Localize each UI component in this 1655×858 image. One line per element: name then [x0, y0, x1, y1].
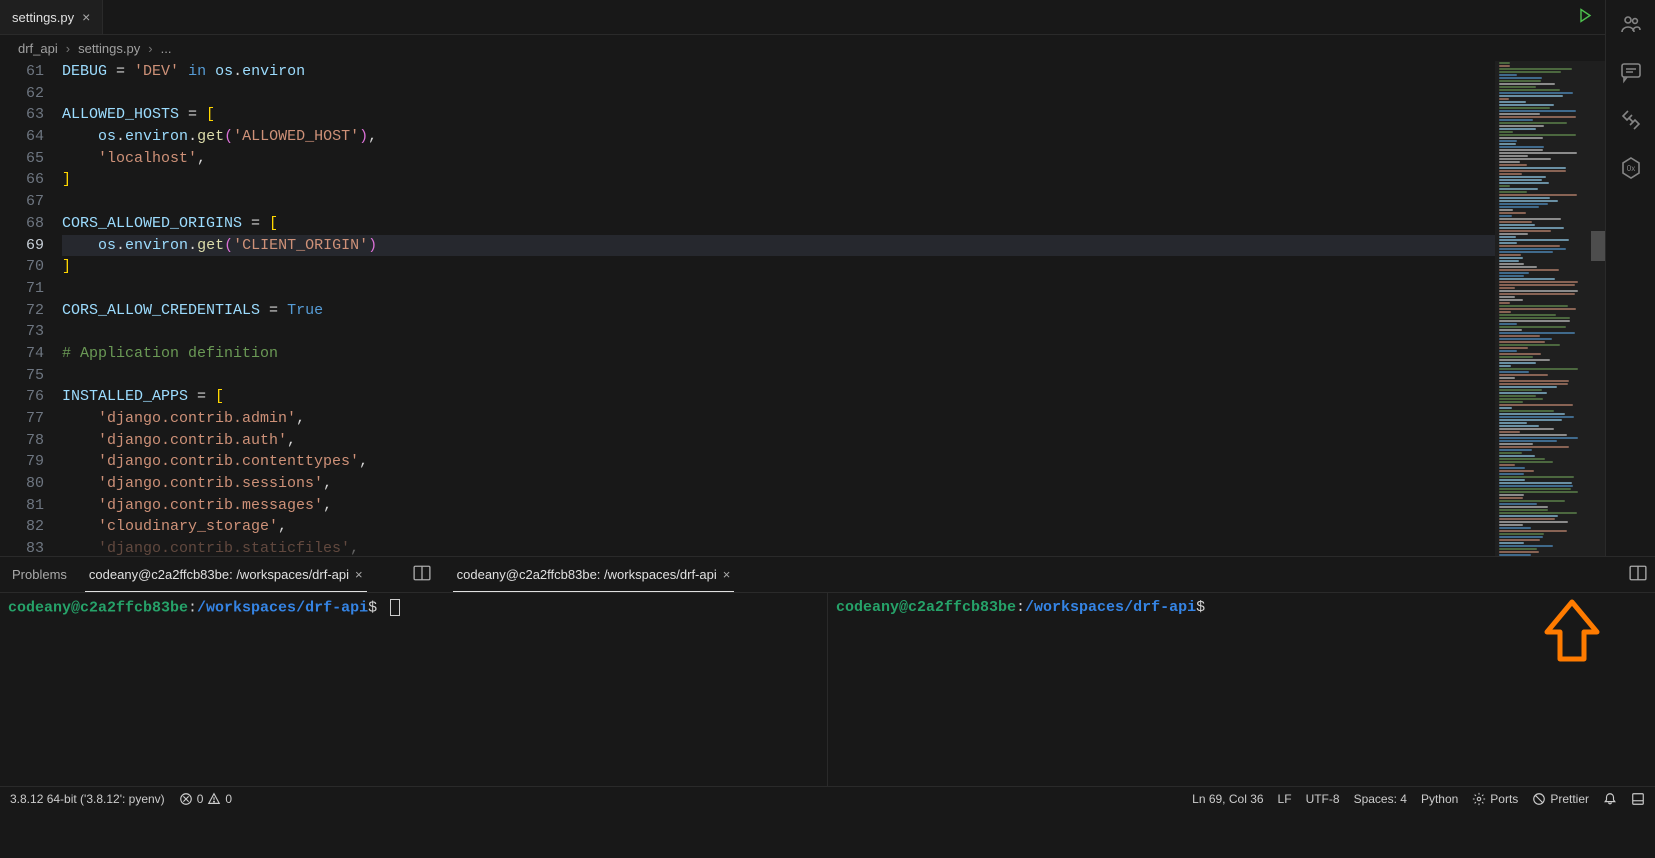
breadcrumb-more[interactable]: ... [161, 41, 172, 56]
breadcrumb[interactable]: drf_api › settings.py › ... [0, 35, 1605, 61]
terminal-pane-2[interactable]: codeany@c2a2ffcb83be:/workspaces/drf-api… [827, 593, 1655, 786]
svg-text:0x: 0x [1626, 164, 1634, 173]
terminal-pane-1[interactable]: codeany@c2a2ffcb83be:/workspaces/drf-api… [0, 593, 827, 786]
vertical-scrollbar[interactable] [1591, 61, 1605, 556]
terminal-path: /workspaces/drf-api [1025, 599, 1196, 616]
status-warning-count: 0 [225, 792, 232, 806]
panel-tab-label: Problems [12, 567, 67, 582]
chevron-right-icon: › [148, 41, 152, 56]
tab-bar: settings.py × [0, 0, 1605, 35]
terminal-sep: : [1016, 599, 1025, 616]
terminal-body: codeany@c2a2ffcb83be:/workspaces/drf-api… [0, 593, 1655, 786]
code-editor[interactable]: 6162636465666768697071727374757677787980… [0, 61, 1605, 556]
editor-tab-settings[interactable]: settings.py × [0, 0, 103, 34]
status-prettier[interactable]: Prettier [1532, 792, 1589, 806]
plug-icon[interactable] [1619, 108, 1643, 132]
close-icon[interactable]: × [82, 9, 90, 25]
tab-filename: settings.py [12, 10, 74, 25]
panel-tab-label: codeany@c2a2ffcb83be: /workspaces/drf-ap… [89, 567, 349, 582]
bottom-panel: Problems codeany@c2a2ffcb83be: /workspac… [0, 556, 1655, 786]
chat-icon[interactable] [1619, 60, 1643, 84]
breadcrumb-file[interactable]: settings.py [78, 41, 140, 56]
panel-tab-terminal-1[interactable]: codeany@c2a2ffcb83be: /workspaces/drf-ap… [85, 557, 367, 592]
status-ports[interactable]: Ports [1472, 792, 1518, 806]
breadcrumb-folder[interactable]: drf_api [18, 41, 58, 56]
status-prettier-label: Prettier [1550, 792, 1589, 806]
run-icon[interactable] [1577, 8, 1593, 27]
code-content[interactable]: DEBUG = 'DEV' in os.environ ALLOWED_HOST… [62, 61, 1495, 556]
terminal-dollar: $ [1196, 599, 1205, 616]
terminal-user: codeany@c2a2ffcb83be [8, 599, 188, 616]
status-eol[interactable]: LF [1278, 792, 1292, 806]
status-cursor-pos[interactable]: Ln 69, Col 36 [1192, 792, 1263, 806]
status-indent[interactable]: Spaces: 4 [1354, 792, 1407, 806]
activity-bar-right: 0x [1605, 0, 1655, 556]
panel-tabs: Problems codeany@c2a2ffcb83be: /workspac… [0, 557, 1655, 593]
arrow-annotation [1537, 597, 1607, 672]
terminal-cursor [390, 599, 400, 616]
terminal-user: codeany@c2a2ffcb83be [836, 599, 1016, 616]
status-bar: 3.8.12 64-bit ('3.8.12': pyenv) 0 0 Ln 6… [0, 786, 1655, 810]
notifications-icon[interactable] [1603, 792, 1617, 806]
status-ports-label: Ports [1490, 792, 1518, 806]
status-language[interactable]: Python [1421, 792, 1458, 806]
terminal-path: /workspaces/drf-api [197, 599, 368, 616]
panel-tab-terminal-2[interactable]: codeany@c2a2ffcb83be: /workspaces/drf-ap… [453, 557, 735, 592]
status-error-count: 0 [197, 792, 204, 806]
minimap[interactable] [1495, 61, 1605, 556]
scrollbar-thumb[interactable] [1591, 231, 1605, 261]
status-python-env[interactable]: 3.8.12 64-bit ('3.8.12': pyenv) [10, 792, 165, 806]
close-icon[interactable]: × [723, 567, 731, 582]
terminal-sep: : [188, 599, 197, 616]
status-problems[interactable]: 0 0 [179, 792, 232, 806]
split-editor-icon[interactable] [413, 564, 431, 585]
close-icon[interactable]: × [355, 567, 363, 582]
hex-icon[interactable]: 0x [1619, 156, 1643, 180]
terminal-dollar: $ [368, 599, 377, 616]
split-editor-icon[interactable] [1629, 564, 1647, 585]
layout-icon[interactable] [1631, 792, 1645, 806]
panel-tab-label: codeany@c2a2ffcb83be: /workspaces/drf-ap… [457, 567, 717, 582]
chevron-right-icon: › [66, 41, 70, 56]
line-gutter: 6162636465666768697071727374757677787980… [0, 61, 62, 556]
status-encoding[interactable]: UTF-8 [1306, 792, 1340, 806]
panel-tab-problems[interactable]: Problems [8, 557, 71, 592]
users-icon[interactable] [1619, 12, 1643, 36]
